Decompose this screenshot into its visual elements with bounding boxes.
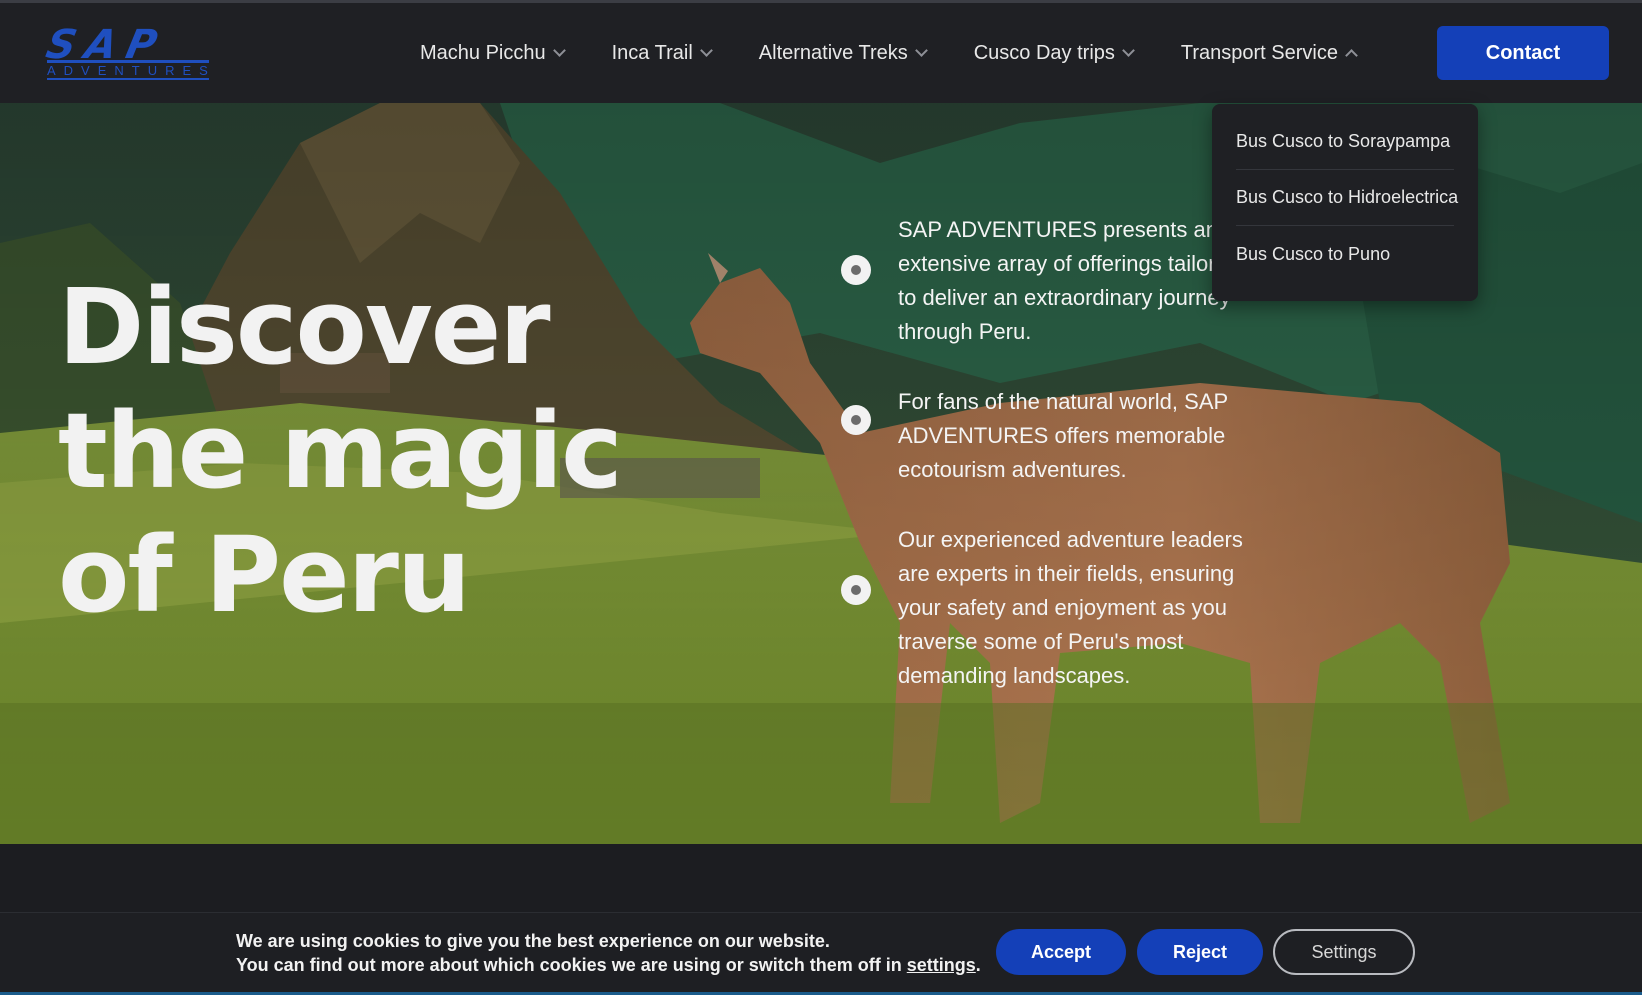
dropdown-item-puno[interactable]: Bus Cusco to Puno [1236, 226, 1454, 282]
dropdown-item-hidroelectrica[interactable]: Bus Cusco to Hidroelectrica [1236, 170, 1458, 226]
cookie-banner: We are using cookies to give you the bes… [0, 912, 1642, 992]
nav-item-inca-trail[interactable]: Inca Trail [611, 41, 713, 65]
headline-line: Discover [58, 266, 551, 388]
bullet-text: For fans of the natural world, SAP ADVEN… [898, 389, 1228, 482]
transport-service-dropdown: Bus Cusco to Soraypampa Bus Cusco to Hid… [1212, 104, 1478, 301]
bullet-dot-icon [841, 405, 871, 435]
logo-main-text: SAP [42, 22, 171, 68]
reject-button[interactable]: Reject [1137, 929, 1263, 975]
cookie-line-2-prefix: You can find out more about which cookie… [236, 955, 907, 975]
site-logo[interactable]: SAP ADVENTURES [42, 22, 209, 83]
nav-item-label: Inca Trail [611, 41, 693, 64]
nav-item-label: Transport Service [1180, 41, 1338, 64]
cookie-message: We are using cookies to give you the bes… [236, 929, 981, 977]
accept-button[interactable]: Accept [996, 929, 1126, 975]
nav-item-machu-picchu[interactable]: Machu Picchu [420, 41, 566, 65]
site-header: SAP ADVENTURES Machu Picchu Inca Trail A… [0, 3, 1642, 103]
nav-item-label: Cusco Day trips [973, 41, 1115, 64]
bullet-dot-icon [841, 575, 871, 605]
nav-item-cusco-day-trips[interactable]: Cusco Day trips [973, 41, 1135, 65]
bullet-text: Our experienced adventure leaders are ex… [898, 527, 1243, 688]
cookie-settings-link[interactable]: settings [907, 955, 976, 975]
nav-item-label: Machu Picchu [420, 41, 546, 64]
nav-item-alternative-treks[interactable]: Alternative Treks [758, 41, 928, 65]
hero-bullet: Our experienced adventure leaders are ex… [840, 523, 1260, 693]
cookie-line-2: You can find out more about which cookie… [236, 953, 981, 977]
dropdown-item-soraypampa[interactable]: Bus Cusco to Soraypampa [1236, 114, 1454, 170]
contact-button[interactable]: Contact [1437, 26, 1609, 80]
chevron-down-icon [552, 44, 566, 57]
lower-section [0, 844, 1642, 912]
nav-item-label: Alternative Treks [758, 41, 908, 64]
settings-button[interactable]: Settings [1273, 929, 1415, 975]
hero-bullet: For fans of the natural world, SAP ADVEN… [840, 385, 1260, 487]
hero-bullet: SAP ADVENTURES presents an extensive arr… [840, 213, 1260, 349]
bullet-dot-icon [841, 255, 871, 285]
nav-item-transport-service[interactable]: Transport Service [1180, 41, 1358, 65]
chevron-down-icon [1122, 44, 1135, 57]
logo-sub-text: ADVENTURES [47, 60, 209, 80]
chevron-down-icon [699, 44, 713, 57]
chevron-up-icon [1345, 49, 1358, 62]
headline-line: of Peru [58, 514, 471, 636]
main-nav: Machu Picchu Inca Trail Alternative Trek… [420, 3, 1404, 103]
chevron-down-icon [914, 44, 928, 57]
cookie-line-1: We are using cookies to give you the bes… [236, 931, 830, 951]
cookie-line-2-suffix: . [975, 955, 981, 975]
hero-bullet-list: SAP ADVENTURES presents an extensive arr… [840, 213, 1260, 729]
hero-headline: Discover the magic of Peru [58, 265, 698, 637]
bullet-text: SAP ADVENTURES presents an extensive arr… [898, 217, 1240, 344]
headline-line: the magic [58, 390, 623, 512]
